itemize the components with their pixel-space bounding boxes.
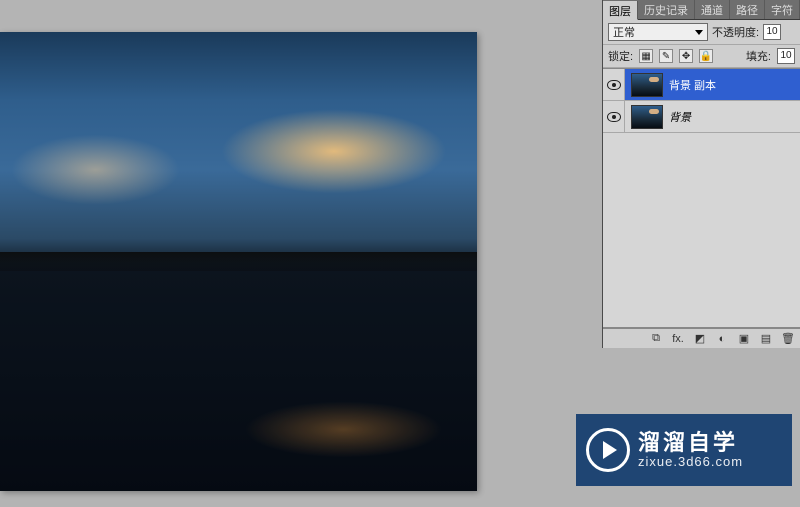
canvas-image <box>0 32 477 491</box>
play-triangle-icon <box>603 441 617 459</box>
fx-icon[interactable]: fx. <box>670 332 686 346</box>
visibility-toggle[interactable] <box>603 101 625 132</box>
blend-mode-select[interactable]: 正常 <box>608 23 708 41</box>
layer-item[interactable]: 背景 副本 <box>603 69 800 101</box>
fill-label: 填充: <box>746 48 771 64</box>
blend-mode-value: 正常 <box>613 24 635 40</box>
layer-name[interactable]: 背景 <box>669 109 800 125</box>
tab-character[interactable]: 字符 <box>765 0 800 19</box>
chevron-down-icon <box>695 30 703 35</box>
layer-thumbnail[interactable] <box>631 73 663 97</box>
lock-brush-icon[interactable]: ✎ <box>659 49 673 63</box>
lock-transparent-icon[interactable]: ▦ <box>639 49 653 63</box>
layer-name[interactable]: 背景 副本 <box>669 77 800 93</box>
link-icon[interactable]: ⧉ <box>648 332 664 346</box>
document-canvas[interactable] <box>0 32 477 491</box>
layer-item[interactable]: 背景 <box>603 101 800 133</box>
trash-icon[interactable]: 🗑 <box>780 332 796 346</box>
opacity-value[interactable]: 10 <box>763 24 781 40</box>
layer-thumbnail[interactable] <box>631 105 663 129</box>
lock-fill-row: 锁定: ▦ ✎ ✥ 🔒 填充: 10 <box>603 45 800 68</box>
watermark-subtitle: zixue.3d66.com <box>638 455 743 469</box>
lock-move-icon[interactable]: ✥ <box>679 49 693 63</box>
eye-icon <box>607 80 621 90</box>
play-logo-icon <box>586 428 630 472</box>
layers-list: 背景 副本 背景 <box>603 68 800 328</box>
opacity-label: 不透明度: <box>712 24 759 40</box>
watermark-title: 溜溜自学 <box>638 431 743 455</box>
visibility-toggle[interactable] <box>603 69 625 100</box>
panel-tab-strip: 图层 历史记录 通道 路径 字符 段落 <box>603 0 800 20</box>
lock-all-icon[interactable]: 🔒 <box>699 49 713 63</box>
watermark-badge: 溜溜自学 zixue.3d66.com <box>576 414 792 486</box>
watermark-text: 溜溜自学 zixue.3d66.com <box>638 431 743 469</box>
eye-icon <box>607 112 621 122</box>
group-icon[interactable]: ▣ <box>736 332 752 346</box>
blend-opacity-row: 正常 不透明度: 10 <box>603 20 800 45</box>
tab-channels[interactable]: 通道 <box>695 0 730 19</box>
lock-label: 锁定: <box>608 48 633 64</box>
adjust-icon[interactable]: ◐ <box>714 332 730 346</box>
layers-panel: 图层 历史记录 通道 路径 字符 段落 正常 不透明度: 10 锁定: ▦ ✎ … <box>602 0 800 348</box>
panel-footer: ⧉ fx. ◩ ◐ ▣ ▤ 🗑 <box>603 328 800 348</box>
tab-history[interactable]: 历史记录 <box>638 0 695 19</box>
tab-paths[interactable]: 路径 <box>730 0 765 19</box>
fill-value[interactable]: 10 <box>777 48 795 64</box>
new-icon[interactable]: ▤ <box>758 332 774 346</box>
mask-icon[interactable]: ◩ <box>692 332 708 346</box>
tab-layers[interactable]: 图层 <box>603 1 638 20</box>
